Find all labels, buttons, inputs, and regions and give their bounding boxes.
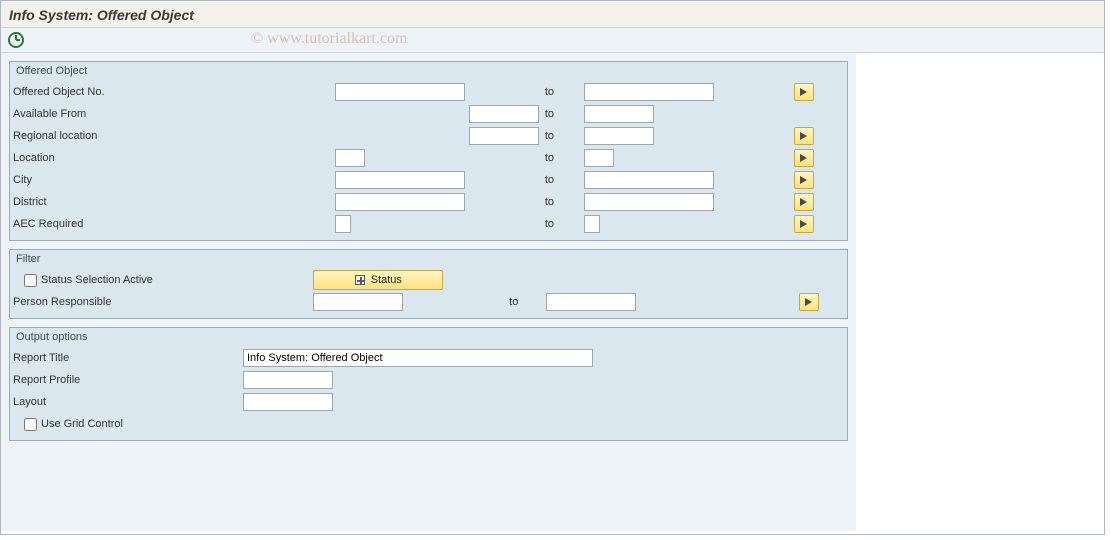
- label-layout: Layout: [13, 396, 46, 408]
- label-person-responsible: Person Responsible: [13, 296, 111, 308]
- to-label: to: [545, 218, 554, 230]
- label-district: District: [13, 196, 47, 208]
- window-frame: Info System: Offered Object © www.tutori…: [0, 0, 1105, 535]
- label-aec-required: AEC Required: [13, 218, 83, 230]
- group-title-offered: Offered Object: [10, 62, 847, 81]
- range-button-regional[interactable]: [794, 127, 814, 145]
- input-location-to[interactable]: [584, 149, 614, 167]
- app-toolbar: © www.tutorialkart.com: [1, 27, 1104, 53]
- input-person-responsible-to[interactable]: [546, 293, 636, 311]
- input-report-title[interactable]: [243, 349, 593, 367]
- expand-icon: [355, 275, 365, 285]
- range-button-aec[interactable]: [794, 215, 814, 233]
- label-offered-object-no: Offered Object No.: [13, 86, 105, 98]
- label-status-selection-active: Status Selection Active: [41, 274, 153, 286]
- input-regional-to[interactable]: [584, 127, 654, 145]
- to-label: to: [545, 130, 554, 142]
- to-label: to: [545, 152, 554, 164]
- output-form: Report Title Report Profile Layout Use G: [10, 347, 847, 435]
- to-label: to: [545, 174, 554, 186]
- input-city-to[interactable]: [584, 171, 714, 189]
- input-location-from[interactable]: [335, 149, 365, 167]
- page-title: Info System: Offered Object: [1, 1, 1104, 27]
- to-label: to: [545, 108, 554, 120]
- label-location: Location: [13, 152, 55, 164]
- group-offered-object: Offered Object Offered Object No. to Ava…: [9, 61, 848, 241]
- label-city: City: [13, 174, 32, 186]
- checkbox-status-selection-active[interactable]: [24, 274, 37, 287]
- label-use-grid-control: Use Grid Control: [41, 418, 123, 430]
- input-layout[interactable]: [243, 393, 333, 411]
- input-aec-from[interactable]: [335, 215, 351, 233]
- input-report-profile[interactable]: [243, 371, 333, 389]
- input-city-from[interactable]: [335, 171, 465, 189]
- range-button-city[interactable]: [794, 171, 814, 189]
- input-district-to[interactable]: [584, 193, 714, 211]
- label-report-title: Report Title: [13, 352, 69, 364]
- body-area: Offered Object Offered Object No. to Ava…: [1, 53, 856, 531]
- input-offered-object-no-from[interactable]: [335, 83, 465, 101]
- watermark-text: © www.tutorialkart.com: [251, 30, 407, 48]
- label-report-profile: Report Profile: [13, 374, 80, 386]
- input-available-from-to[interactable]: [584, 105, 654, 123]
- status-button-label: Status: [371, 274, 402, 286]
- input-aec-to[interactable]: [584, 215, 600, 233]
- input-person-responsible-from[interactable]: [313, 293, 403, 311]
- to-label: to: [545, 196, 554, 208]
- range-button-offered-object-no[interactable]: [794, 83, 814, 101]
- status-button[interactable]: Status: [313, 270, 443, 290]
- checkbox-use-grid-control[interactable]: [24, 418, 37, 431]
- to-label: to: [509, 296, 518, 308]
- to-label: to: [545, 86, 554, 98]
- execute-icon[interactable]: [7, 31, 25, 49]
- group-title-output: Output options: [10, 328, 847, 347]
- group-title-filter: Filter: [10, 250, 847, 269]
- label-regional-location: Regional location: [13, 130, 97, 142]
- range-button-location[interactable]: [794, 149, 814, 167]
- input-available-from-from[interactable]: [469, 105, 539, 123]
- group-output-options: Output options Report Title Report Profi…: [9, 327, 848, 441]
- input-regional-from[interactable]: [469, 127, 539, 145]
- input-offered-object-no-to[interactable]: [584, 83, 714, 101]
- input-district-from[interactable]: [335, 193, 465, 211]
- label-available-from: Available From: [13, 108, 86, 120]
- offered-form: Offered Object No. to Available From to …: [10, 81, 847, 235]
- range-button-district[interactable]: [794, 193, 814, 211]
- range-button-person-responsible[interactable]: [799, 293, 819, 311]
- filter-form: Status Selection Active Status Person Re…: [10, 269, 847, 313]
- group-filter: Filter Status Selection Active Status: [9, 249, 848, 319]
